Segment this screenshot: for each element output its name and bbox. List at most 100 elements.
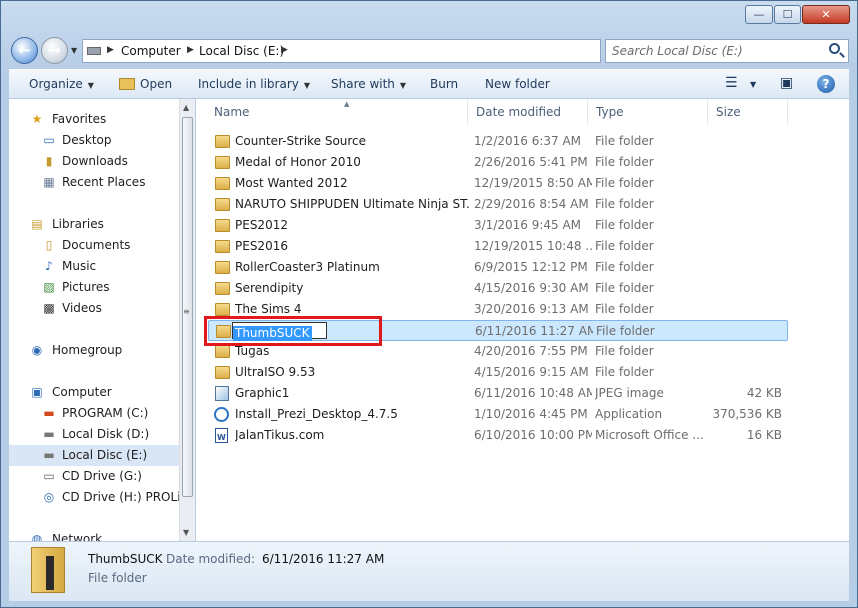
file-date: 3/1/2016 9:45 AM (474, 218, 582, 232)
sidebar-item-label: Recent Places (62, 175, 146, 189)
breadcrumb-arrow-icon[interactable]: ▶ (281, 45, 288, 55)
sidebar-item-downloads[interactable]: ▮ Downloads (9, 151, 179, 172)
navigation-pane-scrollbar[interactable]: ▲ ≡ ▼ (179, 99, 195, 541)
recent-pages-dropdown-icon[interactable]: ▼ (71, 46, 77, 55)
column-header-type[interactable]: Type (588, 99, 708, 125)
drive-icon: ▬ (43, 427, 55, 441)
search-input[interactable] (612, 41, 812, 61)
file-type: File folder (595, 176, 654, 190)
file-row[interactable]: NARUTO SHIPPUDEN Ultimate Ninja ST... 2/2… (208, 194, 788, 215)
maximize-button[interactable]: ☐ (774, 5, 801, 24)
change-view-icon[interactable]: ☰ (725, 75, 738, 91)
sidebar-item-videos[interactable]: ▩ Videos (9, 298, 179, 319)
downloads-folder-icon: ▮ (45, 154, 53, 168)
file-row[interactable]: JalanTikus.com 6/10/2016 10:00 PMMicrosof… (208, 425, 788, 448)
explorer-window: — ☐ ✕ ← → ▼ ▶ Computer ▶ Local Disc (E:)… (0, 0, 858, 608)
breadcrumb-arrow-icon[interactable]: ▶ (107, 45, 114, 55)
word-document-icon (215, 427, 228, 448)
file-row[interactable]: Install_Prezi_Desktop_4.7.5 1/10/2016 4:4… (208, 404, 788, 425)
scroll-down-icon[interactable]: ▼ (183, 528, 189, 537)
share-label: Share with (331, 77, 395, 91)
file-size: 16 KB (746, 428, 782, 442)
folder-icon (215, 219, 230, 232)
star-icon: ★ (31, 112, 43, 126)
sidebar-item-libraries[interactable]: ▤ Libraries (9, 214, 179, 235)
help-icon[interactable]: ? (817, 75, 835, 93)
view-options-dropdown-icon[interactable]: ▼ (750, 80, 756, 89)
file-row[interactable]: PES2016 12/19/2015 10:48 ... File folder (208, 236, 788, 257)
search-icon[interactable] (829, 43, 840, 54)
file-type: File folder (595, 302, 654, 316)
file-date: 6/9/2015 12:12 PM (474, 260, 588, 274)
sidebar-item-label: Videos (62, 301, 102, 315)
file-row[interactable]: Graphic1 6/11/2016 10:48 AM JPEG image 42 K… (208, 383, 788, 404)
sidebar-item-recent-places[interactable]: ▦ Recent Places (9, 172, 179, 193)
new-folder-button[interactable]: New folder (485, 77, 550, 91)
sidebar-item-network[interactable]: ◍ Network (9, 529, 179, 541)
sidebar-item-computer[interactable]: ▣ Computer (9, 382, 179, 403)
sidebar-item-desktop[interactable]: ▭ Desktop (9, 130, 179, 151)
organize-button[interactable]: Organize ▼ (29, 77, 94, 91)
file-row[interactable]: PES2012 3/1/2016 9:45 AM File folder (208, 215, 788, 236)
open-label: Open (140, 77, 173, 91)
sidebar-item-program-c[interactable]: ▬ PROGRAM (C:) (9, 403, 179, 424)
sidebar-item-music[interactable]: ♪ Music (9, 256, 179, 277)
sidebar-item-label: CD Drive (H:) PROLiNK (62, 490, 179, 504)
share-with-button[interactable]: Share with ▼ (331, 77, 406, 91)
file-name: PES2012 (235, 218, 288, 232)
file-row[interactable]: Medal of Honor 2010 2/26/2016 5:41 PM File… (208, 152, 788, 173)
sidebar-item-label: Computer (52, 385, 112, 399)
file-date: 2/26/2016 5:41 PM (474, 155, 588, 169)
sidebar-item-documents[interactable]: ▯ Documents (9, 235, 179, 256)
close-button[interactable]: ✕ (802, 5, 850, 24)
file-name: RollerCoaster3 Platinum (235, 260, 380, 274)
file-row[interactable]: UltraISO 9.53 4/15/2016 9:15 AM File folde… (208, 362, 788, 383)
navigation-bar: ← → ▼ ▶ Computer ▶ Local Disc (E:) ▶ ▼ ⟳ (1, 33, 857, 67)
file-date: 4/20/2016 7:55 PM (474, 344, 588, 358)
column-header-name[interactable]: Name ▲ (206, 99, 468, 125)
breadcrumb-local-disc[interactable]: Local Disc (E:) (199, 44, 284, 58)
column-header-size[interactable]: Size (708, 99, 788, 125)
forward-button[interactable]: → (41, 37, 68, 64)
back-button[interactable]: ← (11, 37, 38, 64)
sidebar-item-pictures[interactable]: ▨ Pictures (9, 277, 179, 298)
command-bar: Organize ▼ Open Include in library ▼ Share… (9, 69, 849, 99)
file-row[interactable]: Serendipity 4/15/2016 9:30 AM File folder (208, 278, 788, 299)
sidebar-item-favorites[interactable]: ★ Favorites (9, 109, 179, 130)
file-row[interactable]: RollerCoaster3 Platinum 6/9/2015 12:12 PM… (208, 257, 788, 278)
column-header-date[interactable]: Date modified (468, 99, 588, 125)
videos-icon: ▩ (43, 301, 55, 315)
folder-icon (215, 303, 230, 316)
sidebar-item-local-disc-e[interactable]: ▬ Local Disc (E:) (9, 445, 179, 466)
navigation-pane: ★ Favorites ▭ Desktop ▮ Downloads ▦ Recent P… (9, 99, 179, 541)
preview-pane-icon[interactable]: ▣ (780, 75, 793, 91)
file-type: File folder (595, 134, 654, 148)
file-type: File folder (595, 218, 654, 232)
sidebar-item-local-disk-d[interactable]: ▬ Local Disk (D:) (9, 424, 179, 445)
open-button[interactable]: Open (119, 77, 172, 91)
chevron-down-icon: ▼ (303, 81, 311, 90)
file-row[interactable]: Most Wanted 2012 12/19/2015 8:50 AM File f… (208, 173, 788, 194)
application-icon (214, 407, 229, 422)
sidebar-item-label: Documents (62, 238, 131, 252)
address-bar[interactable]: ▶ Computer ▶ Local Disc (E:) ▶ ▼ ⟳ (82, 39, 674, 63)
file-row[interactable]: Counter-Strike Source 1/2/2016 6:37 AM Fil… (208, 131, 788, 152)
folder-icon (215, 198, 230, 211)
breadcrumb-computer[interactable]: Computer (121, 44, 181, 58)
file-date: 1/10/2016 4:45 PM (474, 407, 588, 421)
burn-button[interactable]: Burn (430, 77, 458, 91)
sidebar-item-cd-drive-g[interactable]: ▭ CD Drive (G:) (9, 466, 179, 487)
search-box[interactable] (605, 39, 849, 63)
file-date: 6/10/2016 10:00 PM (474, 428, 592, 442)
file-type: File folder (595, 239, 654, 253)
file-type: File folder (595, 344, 654, 358)
sidebar-item-cd-drive-h[interactable]: ◎ CD Drive (H:) PROLiNK (9, 487, 179, 508)
folder-icon (215, 366, 230, 379)
include-in-library-button[interactable]: Include in library ▼ (198, 77, 310, 91)
breadcrumb-arrow-icon[interactable]: ▶ (187, 45, 194, 55)
scroll-up-icon[interactable]: ▲ (183, 103, 189, 112)
folder-icon (215, 345, 230, 358)
sidebar-item-homegroup[interactable]: ◉ Homegroup (9, 340, 179, 361)
drive-icon (87, 47, 101, 55)
minimize-button[interactable]: — (745, 5, 773, 24)
